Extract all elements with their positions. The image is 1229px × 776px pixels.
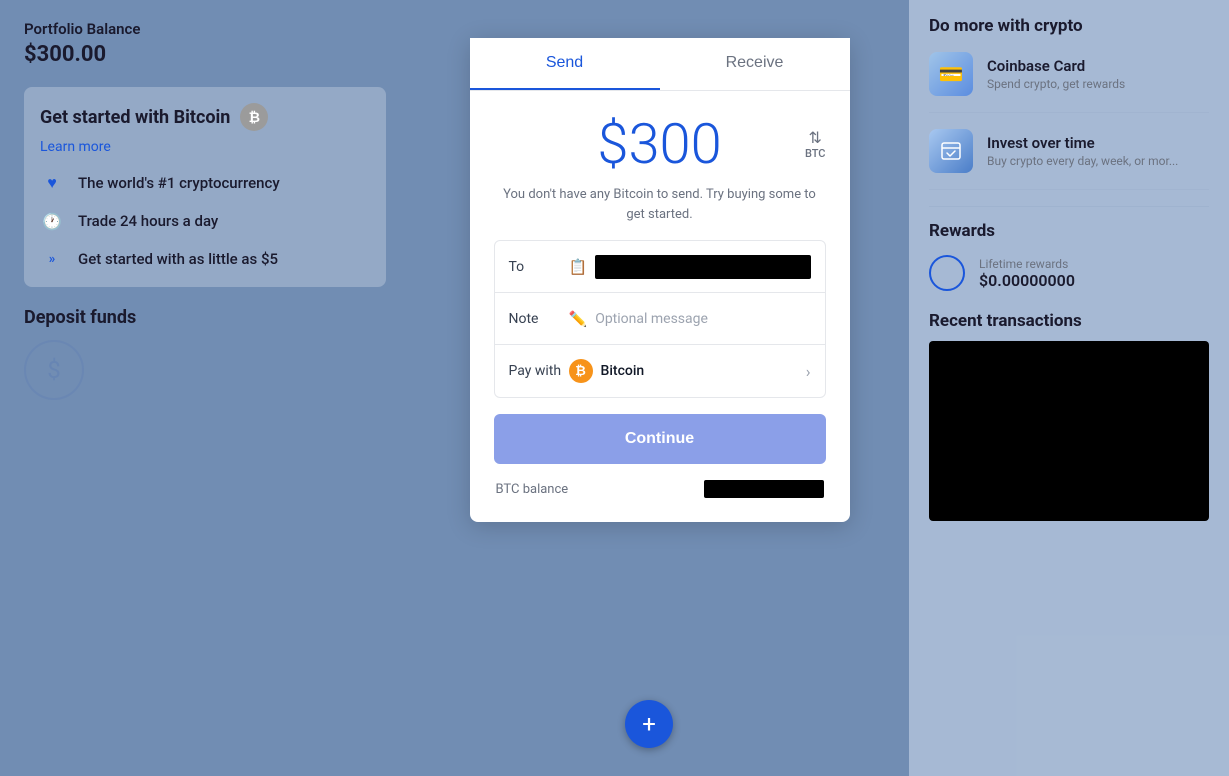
toggle-arrows-icon: ⇅ [809, 128, 822, 147]
form-fields: To 📋 Note ✏️ Optional message Pay with [494, 240, 826, 398]
feature-text-2: Trade 24 hours a day [78, 212, 218, 230]
pay-with-content: ₿ Bitcoin › [569, 359, 811, 383]
promo-coinbase-card-info: Coinbase Card Spend crypto, get rewards [987, 57, 1125, 91]
get-started-title: Get started with Bitcoin [40, 107, 230, 128]
amount-value: $300 [597, 111, 721, 177]
promo-invest-over-time[interactable]: Invest over time Buy crypto every day, w… [929, 129, 1209, 190]
tab-receive[interactable]: Receive [660, 38, 850, 90]
coinbase-card-title: Coinbase Card [987, 57, 1125, 75]
note-label: Note [509, 311, 569, 327]
pay-with-label: Pay with [509, 363, 569, 379]
currency-toggle[interactable]: ⇅ BTC [805, 128, 826, 160]
send-receive-modal: Send Receive $300 ⇅ BTC You don't have a… [470, 38, 850, 522]
address-book-icon: 📋 [569, 258, 588, 276]
btc-balance-value [704, 480, 824, 498]
rewards-circle-icon [929, 255, 965, 291]
chevron-double-icon: » [40, 247, 64, 271]
feature-text-3: Get started with as little as $5 [78, 250, 278, 268]
get-started-section: Get started with Bitcoin ₿ Learn more ♥ … [24, 87, 386, 287]
get-started-header: Get started with Bitcoin ₿ [40, 103, 370, 131]
note-field: Note ✏️ Optional message [495, 293, 825, 345]
to-label: To [509, 259, 569, 275]
promo-coinbase-card[interactable]: 💳 Coinbase Card Spend crypto, get reward… [929, 52, 1209, 113]
rewards-title: Rewards [929, 221, 1209, 241]
bitcoin-icon: ₿ [240, 103, 268, 131]
feature-item-1: ♥ The world's #1 cryptocurrency [40, 171, 370, 195]
pay-with-currency: Bitcoin [601, 363, 798, 379]
floating-add-button[interactable]: + [625, 700, 673, 748]
lifetime-rewards-amount: $0.00000000 [979, 271, 1075, 290]
rewards-info: Lifetime rewards $0.00000000 [979, 257, 1075, 290]
portfolio-balance-label: Portfolio Balance [24, 20, 386, 38]
to-input[interactable] [595, 255, 810, 279]
btc-balance-row: BTC balance [494, 480, 826, 498]
feature-text-1: The world's #1 cryptocurrency [78, 174, 280, 192]
coinbase-card-desc: Spend crypto, get rewards [987, 77, 1125, 91]
continue-button[interactable]: Continue [494, 414, 826, 464]
deposit-icon[interactable]: $ [24, 340, 84, 400]
left-panel: Portfolio Balance $300.00 Get started wi… [0, 0, 410, 776]
deposit-funds-label: Deposit funds [24, 307, 386, 328]
coinbase-card-icon: 💳 [929, 52, 973, 96]
recent-transactions-title: Recent transactions [929, 311, 1209, 331]
recent-transactions-content [929, 341, 1209, 521]
right-panel: Do more with crypto 💳 Coinbase Card Spen… [909, 0, 1229, 776]
feature-list: ♥ The world's #1 cryptocurrency 🕐 Trade … [40, 171, 370, 271]
pay-with-field[interactable]: Pay with ₿ Bitcoin › [495, 345, 825, 397]
lifetime-rewards-label: Lifetime rewards [979, 257, 1075, 271]
divider [929, 206, 1209, 207]
to-field: To 📋 [495, 241, 825, 293]
modal-area: Send Receive $300 ⇅ BTC You don't have a… [410, 0, 909, 776]
no-bitcoin-message: You don't have any Bitcoin to send. Try … [494, 185, 826, 224]
chevron-right-icon: › [806, 362, 811, 381]
modal-body: $300 ⇅ BTC You don't have any Bitcoin to… [470, 91, 850, 522]
note-input[interactable]: Optional message [595, 311, 708, 327]
rewards-row: Lifetime rewards $0.00000000 [929, 255, 1209, 291]
invest-title: Invest over time [987, 134, 1178, 152]
do-more-title: Do more with crypto [929, 16, 1209, 36]
calendar-check-icon [939, 139, 963, 163]
invest-desc: Buy crypto every day, week, or mor... [987, 154, 1178, 168]
feature-item-3: » Get started with as little as $5 [40, 247, 370, 271]
clock-icon: 🕐 [40, 209, 64, 233]
promo-invest-info: Invest over time Buy crypto every day, w… [987, 134, 1178, 168]
feature-item-2: 🕐 Trade 24 hours a day [40, 209, 370, 233]
invest-icon [929, 129, 973, 173]
modal-tabs: Send Receive [470, 38, 850, 91]
currency-toggle-label: BTC [805, 147, 826, 160]
tab-send[interactable]: Send [470, 38, 660, 90]
heart-icon: ♥ [40, 171, 64, 195]
pencil-icon: ✏️ [569, 310, 588, 328]
btc-balance-label: BTC balance [496, 482, 569, 497]
learn-more-link[interactable]: Learn more [40, 139, 370, 155]
bitcoin-logo-icon: ₿ [569, 359, 593, 383]
amount-display: $300 ⇅ BTC [494, 111, 826, 177]
portfolio-balance-amount: $300.00 [24, 42, 386, 67]
